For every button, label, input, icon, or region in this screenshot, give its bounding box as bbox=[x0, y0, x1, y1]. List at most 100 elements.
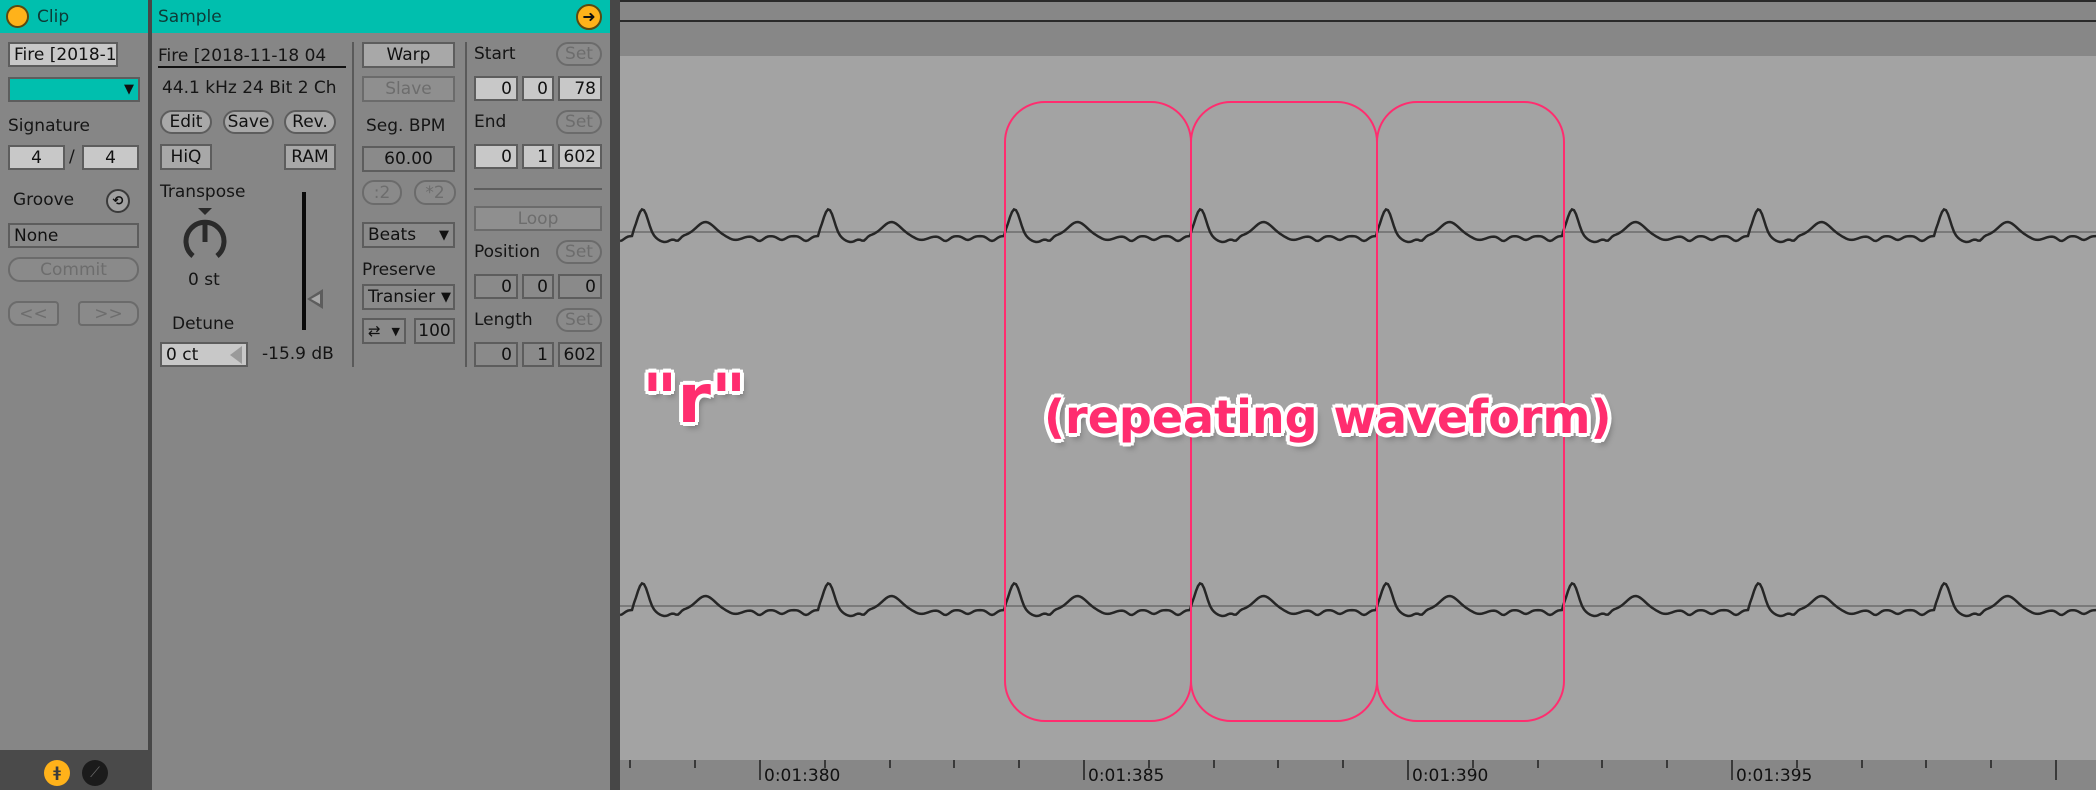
clip-title: Clip bbox=[37, 6, 70, 27]
half-tempo-button[interactable]: :2 bbox=[362, 180, 402, 205]
ram-button[interactable]: RAM bbox=[284, 144, 336, 170]
ruler-minor-tick bbox=[1342, 760, 1344, 768]
ruler-major-tick bbox=[1083, 760, 1085, 780]
detune-field[interactable]: 0 ct bbox=[160, 342, 248, 367]
warp-mode-value: Beats bbox=[368, 225, 417, 245]
clip-header: Clip bbox=[0, 0, 148, 33]
edit-button[interactable]: Edit bbox=[160, 110, 212, 134]
channel-2-waveform bbox=[620, 581, 2096, 618]
reverse-button[interactable]: Rev. bbox=[284, 110, 336, 134]
clip-name-field[interactable]: Fire [2018-11 bbox=[8, 42, 118, 67]
ruler-minor-tick bbox=[1990, 760, 1992, 768]
end-set-button[interactable]: Set bbox=[556, 110, 602, 134]
position-bar-field[interactable]: 0 bbox=[474, 274, 518, 299]
envelope-toggle-icon[interactable]: ⟋ bbox=[82, 760, 108, 786]
column-separator bbox=[465, 42, 467, 367]
chevron-down-icon: ▼ bbox=[391, 324, 400, 338]
ruler-minor-tick bbox=[1925, 760, 1927, 768]
start-sixteenth-field[interactable]: 78 bbox=[558, 76, 602, 101]
end-bar-field[interactable]: 0 bbox=[474, 144, 518, 169]
transpose-label: Transpose bbox=[160, 182, 246, 202]
detune-slider-icon bbox=[230, 345, 242, 364]
double-tempo-button[interactable]: *2 bbox=[414, 180, 456, 205]
preserve-value: Transier bbox=[368, 287, 436, 307]
seg-bpm-field[interactable]: 60.00 bbox=[362, 146, 455, 172]
clip-footer bbox=[0, 750, 152, 790]
ruler-minor-tick bbox=[1796, 760, 1798, 768]
signature-label: Signature bbox=[8, 116, 91, 136]
ruler-minor-tick bbox=[1861, 760, 1863, 768]
save-button[interactable]: Save bbox=[223, 110, 274, 134]
preserve-label: Preserve bbox=[362, 260, 436, 280]
length-sixteenth-field[interactable]: 602 bbox=[558, 342, 602, 367]
warp-mode-select[interactable]: Beats ▼ bbox=[362, 222, 455, 248]
ruler-tick-label: 0:01:390 bbox=[1412, 766, 1489, 786]
ruler-major-tick bbox=[759, 760, 761, 780]
sample-file-name[interactable]: Fire [2018-11-18 04 bbox=[158, 46, 346, 68]
annotation-letter: "r" bbox=[642, 360, 747, 439]
transpose-knob[interactable] bbox=[178, 208, 232, 268]
gain-slider-track[interactable] bbox=[302, 192, 306, 330]
ruler-minor-tick bbox=[1277, 760, 1279, 768]
detune-value: 0 ct bbox=[166, 344, 199, 365]
ruler-tick-label: 0:01:385 bbox=[1088, 766, 1165, 786]
slave-button[interactable]: Slave bbox=[362, 76, 455, 102]
ruler-minor-tick bbox=[629, 760, 631, 768]
ruler-tick-label: 0:01:380 bbox=[764, 766, 841, 786]
ruler-minor-tick bbox=[1666, 760, 1668, 768]
start-beat-field[interactable]: 0 bbox=[522, 76, 554, 101]
length-beat-field[interactable]: 1 bbox=[522, 342, 554, 367]
position-sixteenth-field[interactable]: 0 bbox=[558, 274, 602, 299]
channel-1-waveform bbox=[620, 207, 2096, 244]
hiq-button[interactable]: HiQ bbox=[160, 144, 212, 170]
groove-select[interactable]: None bbox=[8, 223, 139, 248]
warp-button[interactable]: Warp bbox=[362, 42, 455, 68]
ruler-minor-tick bbox=[694, 760, 696, 768]
ruler-tick-label: 0:01:395 bbox=[1736, 766, 1813, 786]
length-bar-field[interactable]: 0 bbox=[474, 342, 518, 367]
ruler-minor-tick bbox=[1018, 760, 1020, 768]
detune-label: Detune bbox=[172, 314, 235, 334]
clip-color-dropdown[interactable]: ▼ bbox=[8, 77, 140, 102]
start-label: Start bbox=[474, 44, 516, 64]
end-beat-field[interactable]: 1 bbox=[522, 144, 554, 169]
start-set-button[interactable]: Set bbox=[556, 42, 602, 66]
ruler-minor-tick bbox=[1148, 760, 1150, 768]
sample-format: 44.1 kHz 24 Bit 2 Ch bbox=[162, 78, 337, 98]
signature-denominator[interactable]: 4 bbox=[82, 145, 139, 170]
position-set-button[interactable]: Set bbox=[556, 240, 602, 264]
prev-button[interactable]: << bbox=[8, 301, 59, 326]
groove-hot-swap-icon[interactable]: ⟲ bbox=[106, 189, 130, 213]
length-set-button[interactable]: Set bbox=[556, 308, 602, 332]
end-label: End bbox=[474, 112, 507, 132]
time-ruler[interactable]: 0:01:380 0:01:385 0:01:390 0:01:395 bbox=[620, 760, 2096, 790]
ruler-minor-tick bbox=[1601, 760, 1603, 768]
column-separator bbox=[352, 42, 354, 367]
end-sixteenth-field[interactable]: 602 bbox=[558, 144, 602, 169]
ruler-minor-tick bbox=[1213, 760, 1215, 768]
sample-title: Sample bbox=[158, 6, 222, 27]
signature-numerator[interactable]: 4 bbox=[8, 145, 65, 170]
gain-value: -15.9 dB bbox=[262, 344, 334, 364]
loop-button[interactable]: Loop bbox=[474, 206, 602, 231]
arrow-right-icon[interactable]: ➜ bbox=[576, 3, 602, 30]
knob-indicator-icon bbox=[198, 208, 212, 215]
annotation-caption: (repeating waveform) bbox=[1044, 390, 1612, 444]
sample-panel: Sample ➜ Fire [2018-11-18 04 44.1 kHz 24… bbox=[152, 0, 610, 790]
envelope-field[interactable]: 100 bbox=[414, 318, 455, 344]
waveform-toggle-icon[interactable]: ǂ bbox=[44, 760, 70, 786]
start-bar-field[interactable]: 0 bbox=[474, 76, 518, 101]
sample-header: Sample ➜ bbox=[152, 0, 610, 33]
next-button[interactable]: >> bbox=[78, 301, 139, 326]
loop-divider bbox=[474, 188, 602, 190]
loop-mode-select[interactable]: ⇄ ▼ bbox=[362, 318, 406, 344]
clip-panel: Clip Fire [2018-11 ▼ Signature 4 / 4 Gro… bbox=[0, 0, 148, 750]
position-label: Position bbox=[474, 242, 541, 262]
position-beat-field[interactable]: 0 bbox=[522, 274, 554, 299]
commit-button[interactable]: Commit bbox=[8, 257, 139, 282]
ruler-minor-tick bbox=[824, 760, 826, 768]
ruler-major-tick bbox=[1407, 760, 1409, 780]
preserve-select[interactable]: Transier ▼ bbox=[362, 284, 455, 310]
clip-activator-icon[interactable] bbox=[6, 5, 29, 28]
ruler-major-tick bbox=[1731, 760, 1733, 780]
